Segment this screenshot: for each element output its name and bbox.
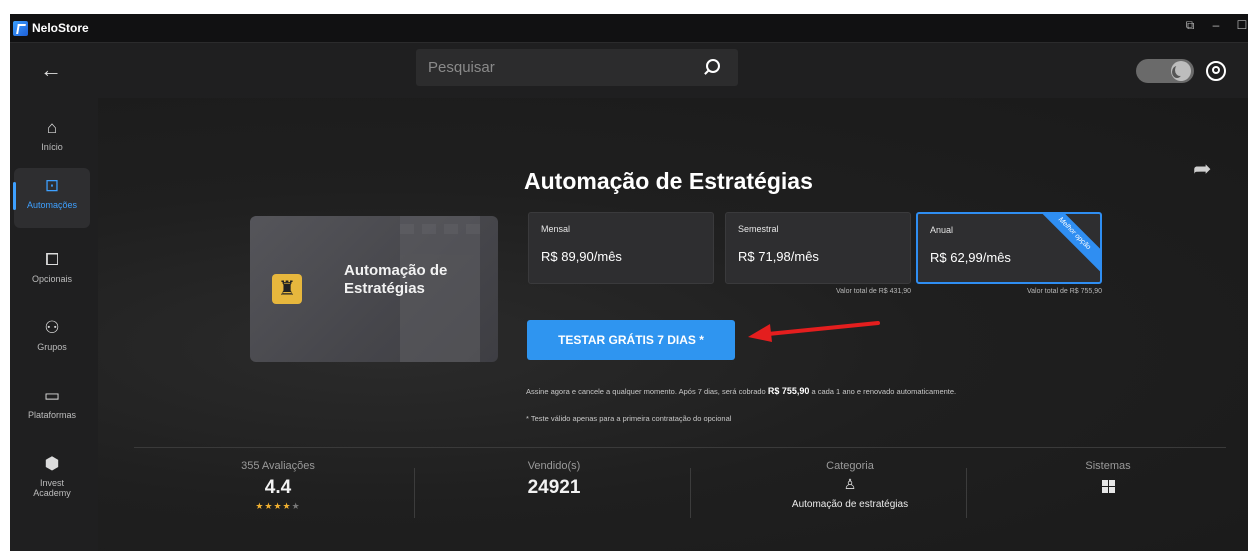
plan-price: R$ 89,90/mês [541, 249, 622, 264]
sidebar-item-label: Início [41, 142, 63, 152]
moon-icon [1171, 61, 1191, 81]
sold-value: 24921 [527, 477, 581, 498]
sidebar-item-inicio[interactable]: ⌂ Início [14, 110, 90, 170]
automation-icon: ⊡ [44, 176, 60, 195]
stat-separator [966, 468, 967, 518]
minimize-button[interactable]: – [1210, 18, 1222, 33]
red-arrow-annotation [748, 321, 880, 342]
category-icon: ♙ [843, 476, 857, 492]
stat-systems: Sistemas [1008, 460, 1208, 493]
category-value: Automação de estratégias [791, 499, 909, 510]
reviews-label: 355 Avaliações [241, 460, 315, 472]
billing-disclaimer: Assine agora e cancele a qualquer moment… [526, 386, 956, 396]
app-window: NeloStore ⧉ – ☐ ← Pesquisar ⌂ Início ⊡ A… [10, 14, 1248, 551]
sidebar-item-label: Automações [26, 200, 78, 210]
free-trial-button[interactable]: TESTAR GRÁTIS 7 DIAS * [527, 320, 735, 360]
stat-reviews: 355 Avaliações 4.4 ★★★★★ [178, 460, 378, 512]
stat-category: Categoria ♙ Automação de estratégias [750, 460, 950, 510]
sidebar-item-label: Plataformas [27, 410, 77, 420]
plan-price: R$ 71,98/mês [738, 249, 819, 264]
disclaimer-text: Assine agora e cancele a qualquer moment… [526, 387, 768, 396]
search-box[interactable]: Pesquisar [416, 49, 738, 86]
top-bar: ← Pesquisar [10, 42, 1248, 98]
disclaimer-text-end: a cada 1 ano e renovado automaticamente. [809, 387, 957, 396]
search-input[interactable]: Pesquisar [428, 59, 495, 76]
window-controls: ⧉ – ☐ [1184, 18, 1248, 33]
sidebar-item-label: Grupos [37, 342, 67, 352]
home-icon: ⌂ [46, 118, 58, 137]
sidebar-item-label: Opcionais [31, 274, 73, 284]
rook-icon [272, 274, 302, 304]
academy-icon: ⬢ [44, 454, 60, 473]
sidebar-item-opcionais[interactable]: ⧠ Opcionais [14, 242, 90, 302]
sidebar: ⌂ Início ⊡ Automações ⧠ Opcionais ⚇ Grup… [10, 98, 98, 551]
sidebar-item-automacoes[interactable]: ⊡ Automações [13, 168, 90, 228]
sidebar-item-plataformas[interactable]: ▭ Plataformas [14, 378, 90, 438]
back-arrow-icon[interactable]: ← [40, 57, 62, 83]
stat-separator [414, 468, 415, 518]
popout-icon[interactable]: ⧉ [1184, 18, 1196, 33]
best-option-ribbon: Melhor opção [1034, 214, 1100, 274]
category-label: Categoria [826, 460, 874, 472]
sold-label: Vendido(s) [527, 460, 581, 472]
sidebar-item-label: Invest Academy [33, 478, 71, 498]
users-icon: ⚇ [44, 318, 60, 337]
app-title: NeloStore [32, 21, 89, 35]
share-icon[interactable]: ➦ [1193, 156, 1211, 182]
disclaimer-amount: R$ 755,90 [767, 386, 810, 396]
app-logo-icon [13, 21, 28, 36]
plan-anual[interactable]: Anual R$ 62,99/mês Melhor opção [916, 212, 1102, 284]
product-banner: Automação de Estratégias [250, 216, 498, 362]
sidebar-item-invest-academy[interactable]: ⬢ Invest Academy [14, 446, 90, 516]
plan-name: Semestral [738, 224, 779, 234]
platform-icon: ▭ [43, 386, 61, 405]
plan-name: Anual [930, 225, 954, 235]
maximize-button[interactable]: ☐ [1236, 18, 1248, 33]
systems-label: Sistemas [1085, 460, 1131, 472]
profile-icon[interactable] [1206, 61, 1226, 81]
stat-sold: Vendido(s) 24921 [454, 460, 654, 499]
rating-stars: ★★★★★ [255, 501, 301, 511]
search-icon[interactable] [706, 59, 720, 73]
puzzle-icon: ⧠ [45, 250, 59, 269]
sidebar-item-grupos[interactable]: ⚇ Grupos [14, 310, 90, 370]
theme-toggle[interactable] [1136, 59, 1194, 83]
windows-icon [1101, 480, 1115, 493]
page-title: Automação de Estratégias [524, 168, 813, 194]
plan-price: R$ 62,99/mês [930, 250, 1011, 265]
banner-title: Automação de Estratégias [344, 262, 448, 297]
rating-value: 4.4 [264, 477, 292, 498]
plan-total: Valor total de R$ 755,90 [1027, 288, 1102, 295]
stat-separator [690, 468, 691, 518]
plan-name: Mensal [541, 224, 571, 234]
plan-semestral[interactable]: Semestral R$ 71,98/mês [725, 212, 911, 284]
product-page: ➦ Automação de Estratégias Automação de … [98, 98, 1248, 551]
plan-mensal[interactable]: Mensal R$ 89,90/mês [528, 212, 714, 284]
plan-total: Valor total de R$ 431,90 [836, 288, 911, 295]
title-bar: NeloStore ⧉ – ☐ [10, 14, 1248, 42]
trial-note: * Teste válido apenas para a primeira co… [526, 414, 732, 423]
divider [134, 447, 1226, 448]
